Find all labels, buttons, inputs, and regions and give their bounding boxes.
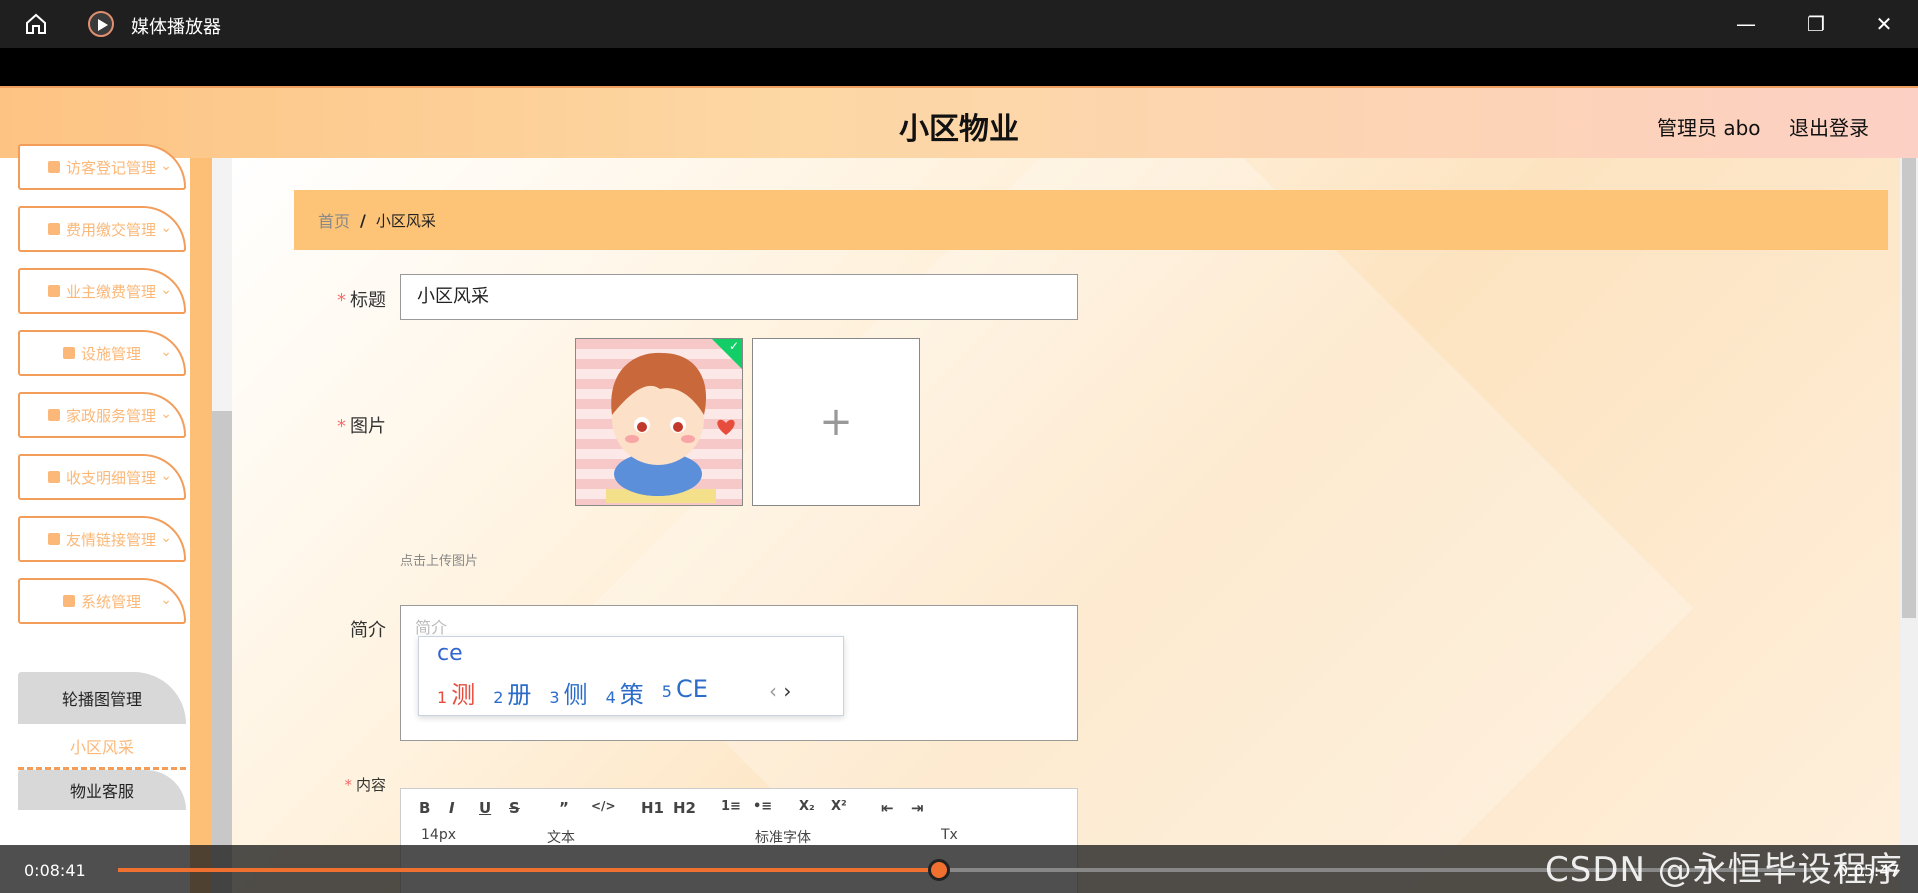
page-title: 小区物业 [899, 112, 1019, 147]
sidebar-item-facility[interactable]: 设施管理 ⌄ [18, 330, 186, 376]
breadcrumb-home[interactable]: 首页 [318, 208, 350, 232]
sidebar-item-visitor[interactable]: 访客登记管理 ⌄ [18, 144, 186, 190]
sidebar-item-finance[interactable]: 收支明细管理 ⌄ [18, 454, 186, 500]
block-type-select[interactable]: 文本 [547, 827, 575, 847]
book-icon [47, 161, 60, 173]
close-icon[interactable]: ✕ [1864, 10, 1904, 38]
ime-candidate[interactable]: 3侧 [549, 675, 587, 710]
window-title: 媒体播放器 [131, 17, 221, 38]
sidebar-item-label: 友情链接管理 [65, 530, 156, 549]
ime-candidate[interactable]: 5 CE [662, 675, 708, 710]
h1-button[interactable]: H1 [641, 799, 664, 817]
app-frame: 小区物业 管理员 abo 退出登录 访客登记管理 ⌄ 费用缴交管理 ⌄ 业主缴费管理… [0, 86, 1918, 893]
bold-button[interactable]: B [419, 799, 430, 817]
chevron-down-icon: ⌄ [160, 530, 172, 546]
user-name: 管理员 abo [1657, 116, 1761, 140]
current-time: 0:08:41 [24, 861, 86, 880]
grid-icon [47, 533, 60, 545]
sidebar-sub-service[interactable]: 物业客服 [18, 770, 186, 810]
title-input[interactable]: 小区风采 [400, 274, 1078, 320]
strike-button[interactable]: S [509, 799, 520, 817]
list-icon [47, 471, 60, 483]
upload-tip: 点击上传图片 [400, 554, 479, 569]
app-header: 小区物业 管理员 abo 退出登录 [0, 86, 1918, 158]
sidebar-scroll-thumb[interactable] [212, 411, 232, 893]
clipboard-icon [62, 347, 75, 359]
chevron-down-icon: ⌄ [160, 344, 172, 360]
home-icon[interactable] [22, 12, 50, 36]
bullet-list-button[interactable]: •≡ [753, 799, 772, 814]
chevron-left-icon: ‹ [769, 679, 777, 703]
breadcrumb-separator: / [360, 210, 366, 230]
ime-candidate[interactable]: 4策 [606, 675, 644, 710]
seek-progress [118, 868, 939, 872]
sidebar-item-label: 家政服务管理 [65, 406, 156, 425]
seek-handle[interactable] [928, 859, 950, 881]
font-size-select[interactable]: 14px [421, 827, 456, 843]
sidebar-item-links[interactable]: 友情链接管理 ⌄ [18, 516, 186, 562]
font-family-select[interactable]: 标准字体 [755, 827, 811, 847]
indent-button[interactable]: ⇥ [911, 799, 924, 817]
camera-icon [62, 595, 75, 607]
ime-composition: ce [437, 641, 463, 666]
sidebar-item-owner-payment[interactable]: 业主缴费管理 ⌄ [18, 268, 186, 314]
ime-candidate[interactable]: 1测 [437, 675, 475, 710]
content-label: * 内容 [344, 776, 386, 794]
intro-placeholder: 简介 [415, 618, 448, 637]
sidebar-item-fee[interactable]: 费用缴交管理 ⌄ [18, 206, 186, 252]
check-icon: ✓ [728, 339, 739, 353]
ordered-list-button[interactable]: 1≡ [721, 799, 741, 814]
sidebar-item-label: 系统管理 [80, 592, 141, 611]
sidebar-item-label: 设施管理 [80, 344, 141, 363]
title-label: * 标题 [337, 290, 386, 311]
image-label: * 图片 [337, 416, 386, 437]
sidebar-item-system[interactable]: 系统管理 ⌄ [18, 578, 186, 624]
sidebar-item-label: 业主缴费管理 [65, 282, 156, 301]
sidebar-item-label: 访客登记管理 [65, 158, 156, 177]
watermark: CSDN @永恒毕设程序 [1545, 850, 1903, 890]
chevron-right-icon: › [783, 679, 792, 703]
clear-format-button[interactable]: Tx [941, 827, 958, 843]
chevron-down-icon: ⌄ [160, 158, 172, 174]
sidebar-sub-carousel[interactable]: 轮播图管理 [18, 672, 186, 724]
ime-candidate-list: 1测 2册 3侧 4策 5 CE [437, 675, 726, 710]
breadcrumb: 首页 / 小区风采 [294, 190, 1888, 250]
main-content: 首页 / 小区风采 * 标题 小区风采 * 图片 ✓ + 点击上传图片 简介 简… [232, 158, 1918, 893]
quote-button[interactable]: ” [559, 799, 569, 817]
italic-button[interactable]: I [449, 799, 455, 817]
underline-button[interactable]: U [479, 799, 491, 817]
user-icon [47, 223, 60, 235]
chevron-down-icon: ⌄ [160, 468, 172, 484]
ime-candidate[interactable]: 2册 [493, 675, 531, 710]
sidebar-item-housekeeping[interactable]: 家政服务管理 ⌄ [18, 392, 186, 438]
sidebar-item-label: 收支明细管理 [65, 468, 156, 487]
sidebar-sub-community-style[interactable]: 小区风采 [18, 724, 186, 770]
ime-page-nav[interactable]: ‹ › [769, 679, 791, 703]
subscript-button[interactable]: X₂ [799, 799, 815, 814]
upload-add-button[interactable]: + [752, 338, 920, 506]
h2-button[interactable]: H2 [673, 799, 696, 817]
logout-link[interactable]: 退出登录 [1789, 112, 1869, 141]
chevron-down-icon: ⌄ [160, 592, 172, 608]
video-letterbox [0, 48, 1918, 86]
minimize-icon[interactable]: — [1726, 10, 1766, 38]
restore-icon[interactable]: ❐ [1796, 10, 1836, 38]
media-player-logo-icon [88, 11, 114, 37]
chevron-down-icon: ⌄ [160, 282, 172, 298]
title-bar: 媒体播放器 — ❐ ✕ [0, 0, 1918, 48]
outdent-button[interactable]: ⇤ [881, 799, 894, 817]
uploaded-image-thumbnail[interactable]: ✓ [575, 338, 743, 506]
breadcrumb-current: 小区风采 [375, 211, 436, 230]
ime-candidate-window: ce 1测 2册 3侧 4策 5 CE ‹ › [418, 636, 844, 716]
chevron-down-icon: ⌄ [160, 406, 172, 422]
sidebar-item-label: 费用缴交管理 [65, 220, 156, 239]
page-scroll-thumb[interactable] [1902, 158, 1916, 618]
grid-icon [47, 409, 60, 421]
superscript-button[interactable]: X² [831, 799, 847, 814]
chevron-down-icon: ⌄ [160, 220, 172, 236]
code-button[interactable]: </> [591, 799, 616, 813]
intro-label: 简介 [350, 620, 386, 641]
grid-icon [47, 285, 60, 297]
media-player-window: 媒体播放器 — ❐ ✕ 小区物业 管理员 abo 退出登录 访客登记管理 ⌄ 费用… [0, 0, 1918, 893]
